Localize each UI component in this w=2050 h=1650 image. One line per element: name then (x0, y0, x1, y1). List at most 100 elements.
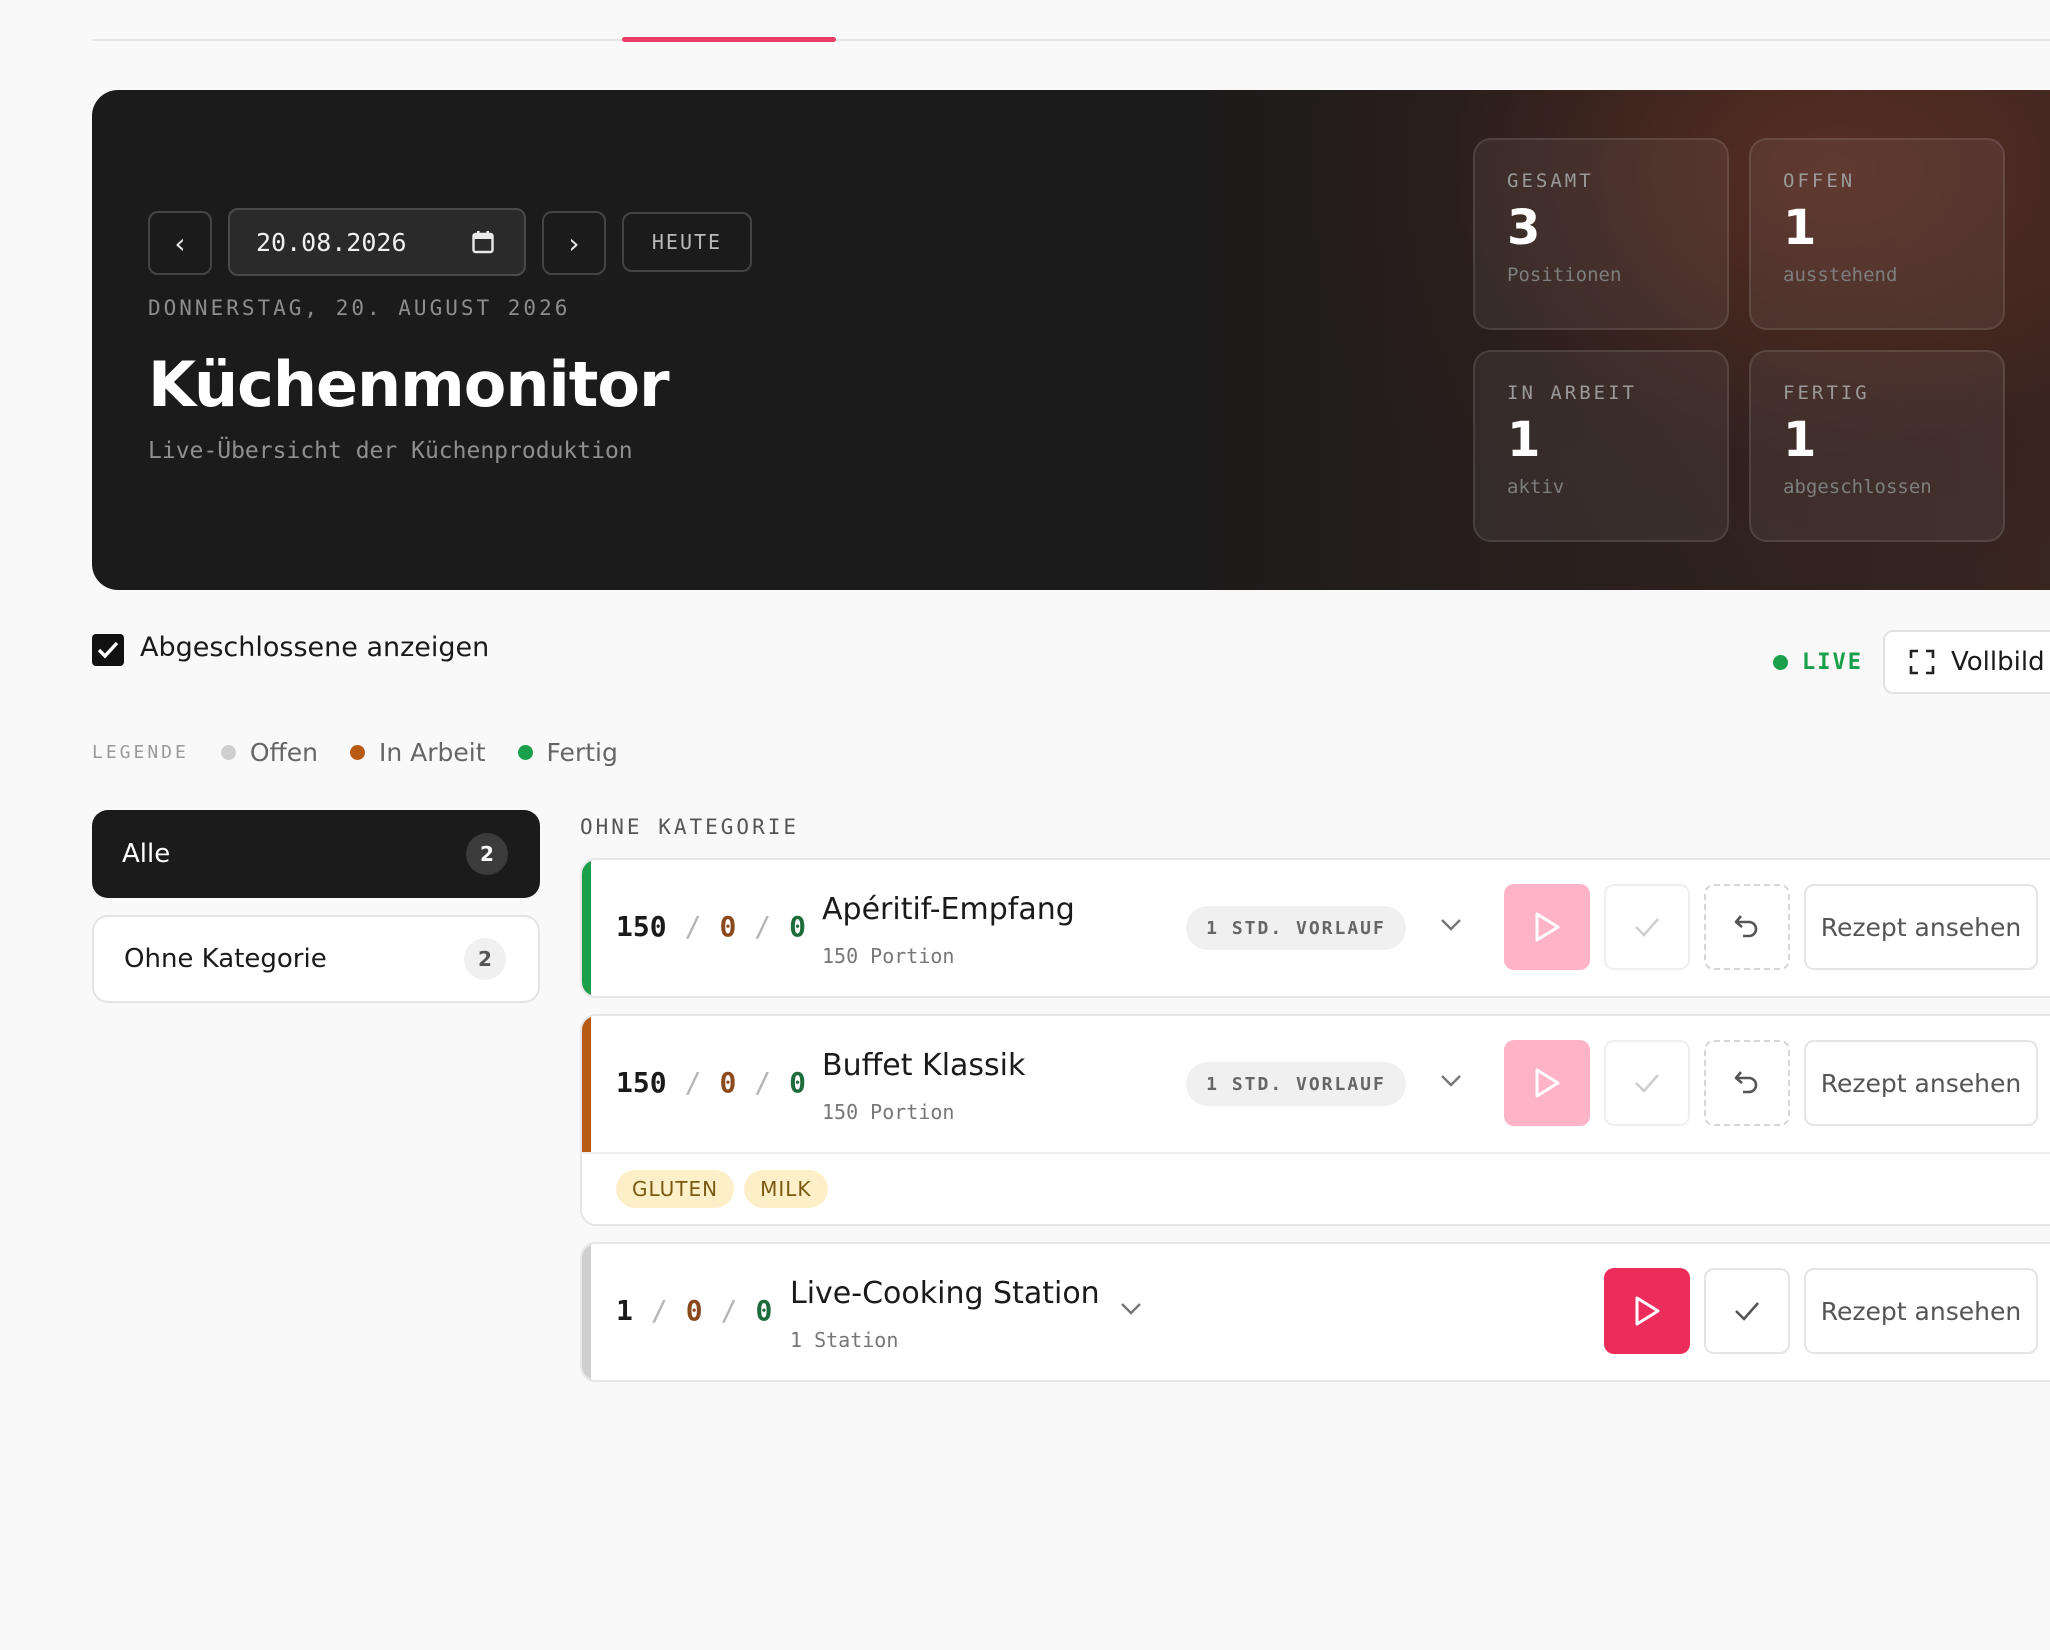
card-main-row: 1 / 0 / 0 Live-Cooking Station 1 Station… (582, 1244, 2050, 1380)
complete-button[interactable] (1704, 1268, 1790, 1354)
count-in-work: 0 (685, 1294, 703, 1327)
stat-caption: abgeschlossen (1783, 476, 1932, 498)
check-icon (1635, 918, 1659, 937)
stat-caption: Positionen (1507, 264, 1622, 286)
complete-button[interactable] (1604, 1040, 1690, 1126)
count-done: 0 (755, 1294, 773, 1327)
live-dot-icon (1773, 655, 1788, 670)
stat-label: IN ARBEIT (1507, 382, 1637, 404)
status-dot-icon (350, 745, 365, 760)
fullscreen-label: Vollbild (1951, 647, 2045, 677)
sidebar-item-label: Ohne Kategorie (124, 944, 327, 974)
view-recipe-button[interactable]: Rezept ansehen (1804, 1040, 2038, 1126)
legend-label: Offen (249, 738, 318, 767)
stat-label: OFFEN (1783, 170, 1856, 192)
sidebar-item-uncategorized[interactable]: Ohne Kategorie 2 (92, 915, 540, 1003)
count-done: 0 (789, 1066, 807, 1099)
item-quantity: 150 Portion (822, 944, 955, 968)
legend-item-done: Fertig (517, 738, 618, 767)
undo-button[interactable] (1704, 1040, 1790, 1126)
stat-caption: aktiv (1507, 476, 1565, 498)
checkmark-icon (97, 641, 119, 659)
stat-in-progress: IN ARBEIT 1 aktiv (1473, 350, 1729, 542)
count-separator: / (684, 910, 702, 943)
stat-done: FERTIG 1 abgeschlossen (1749, 350, 2005, 542)
stat-value: 1 (1507, 412, 1541, 468)
count-separator: / (650, 1294, 668, 1327)
allergen-badge: GLUTEN (616, 1170, 735, 1208)
check-icon (1635, 1074, 1659, 1093)
live-indicator: LIVE (1773, 650, 1863, 675)
count-badge: 2 (464, 938, 506, 980)
page-subtitle: Live-Übersicht der Küchenproduktion (148, 438, 633, 464)
view-recipe-button[interactable]: Rezept ansehen (1804, 884, 2038, 970)
count-separator: / (720, 1294, 738, 1327)
stat-caption: ausstehend (1783, 264, 1898, 286)
tab-bar-divider (92, 39, 2050, 41)
show-completed-label[interactable]: Abgeschlossene anzeigen (140, 632, 489, 663)
legend-item-in-progress: In Arbeit (350, 738, 486, 767)
status-dot-icon (220, 745, 236, 760)
stat-value: 1 (1783, 200, 1817, 256)
item-quantity: 1 Station (790, 1328, 899, 1352)
card-main-row: 150 / 0 / 0 Apéritif-Empfang 150 Portion… (582, 860, 2050, 996)
legend-item-open: Offen (220, 738, 318, 767)
count-separator: / (754, 910, 772, 943)
count-total: 1 (616, 1294, 633, 1327)
sidebar-item-all[interactable]: Alle 2 (92, 810, 540, 898)
lead-time-badge: 1 STD. VORLAUF (1186, 906, 1406, 950)
date-input[interactable]: 20.08.2026 (228, 208, 526, 276)
chevron-down-icon[interactable] (1440, 918, 1462, 932)
active-tab-indicator (622, 37, 836, 42)
item-quantity: 150 Portion (822, 1100, 955, 1124)
live-label: LIVE (1802, 650, 1863, 675)
play-icon (1535, 1068, 1560, 1098)
count-in-work: 0 (719, 1066, 737, 1099)
check-icon (1735, 1302, 1759, 1321)
card-main-row: 150 / 0 / 0 Buffet Klassik 150 Portion 1… (582, 1016, 2050, 1152)
production-card: 150 / 0 / 0 Apéritif-Empfang 150 Portion… (580, 858, 2050, 998)
chevron-down-icon[interactable] (1440, 1074, 1462, 1088)
legend: LEGENDE Offen In Arbeit Fertig (92, 738, 650, 767)
allergen-badge: MILK (744, 1170, 828, 1208)
count-done: 0 (789, 910, 807, 943)
legend-label: In Arbeit (379, 738, 486, 767)
complete-button[interactable] (1604, 884, 1690, 970)
start-button[interactable] (1504, 1040, 1590, 1126)
production-card: 1 / 0 / 0 Live-Cooking Station 1 Station… (580, 1242, 2050, 1382)
previous-day-button[interactable]: ‹ (148, 211, 212, 275)
start-button[interactable] (1504, 884, 1590, 970)
fullscreen-button[interactable]: Vollbild (1883, 630, 2050, 694)
progress-counts: 150 / 0 / 0 (616, 1066, 806, 1099)
stat-total: GESAMT 3 Positionen (1473, 138, 1729, 330)
undo-icon (1734, 1071, 1758, 1094)
progress-counts: 150 / 0 / 0 (616, 910, 806, 943)
page-title: Küchenmonitor (148, 348, 670, 421)
chevron-down-icon[interactable] (1120, 1302, 1142, 1316)
today-button[interactable]: HEUTE (622, 212, 752, 272)
fullscreen-icon (1909, 649, 1935, 675)
start-button[interactable] (1604, 1268, 1690, 1354)
item-name: Live-Cooking Station (790, 1276, 1100, 1311)
calendar-icon (472, 231, 494, 254)
show-completed-checkbox[interactable] (92, 634, 124, 666)
undo-icon (1734, 915, 1758, 938)
item-name: Apéritif-Empfang (822, 892, 1075, 927)
view-recipe-button[interactable]: Rezept ansehen (1804, 1268, 2038, 1354)
count-badge: 2 (466, 833, 508, 875)
legend-label: Fertig (546, 738, 618, 767)
category-title: OHNE KATEGORIE (580, 815, 800, 839)
count-total: 150 (616, 1066, 667, 1099)
legend-title: LEGENDE (92, 742, 189, 763)
play-icon (1635, 1296, 1660, 1326)
lead-time-badge: 1 STD. VORLAUF (1186, 1062, 1406, 1106)
stat-label: GESAMT (1507, 170, 1594, 192)
sidebar-item-label: Alle (122, 839, 171, 869)
production-card: 150 / 0 / 0 Buffet Klassik 150 Portion 1… (580, 1014, 2050, 1226)
hero-panel: ‹ 20.08.2026 › HEUTE DONNERSTAG, 20. AUG… (92, 90, 2050, 590)
undo-button[interactable] (1704, 884, 1790, 970)
date-value: 20.08.2026 (256, 227, 407, 257)
play-icon (1535, 912, 1560, 942)
next-day-button[interactable]: › (542, 211, 606, 275)
hero-date-long: DONNERSTAG, 20. AUGUST 2026 (148, 296, 571, 320)
